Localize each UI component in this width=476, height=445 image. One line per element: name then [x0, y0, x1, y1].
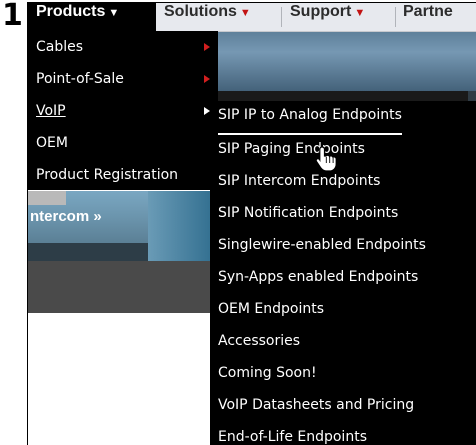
nav-solutions[interactable]: Solutions ▼ — [164, 3, 251, 31]
submenu-item-coming-soon[interactable]: Coming Soon! — [218, 357, 317, 389]
submenu-item-singlewire[interactable]: Singlewire-enabled Endpoints — [218, 229, 426, 261]
page-content-area — [28, 313, 218, 445]
main-nav-bar: Products ▼ Solutions ▼ Support ▼ Partne — [28, 3, 476, 32]
menu-item-voip[interactable]: VoIP — [36, 95, 66, 127]
nav-partners[interactable]: Partne — [403, 3, 453, 31]
gray-panel — [28, 261, 218, 313]
nav-support-label: Support — [290, 3, 352, 20]
nav-solutions-label: Solutions — [164, 3, 237, 20]
submenu-item-oem-endpoints[interactable]: OEM Endpoints — [218, 293, 324, 325]
hand-pointer-cursor-icon — [315, 146, 337, 172]
submenu-item-accessories[interactable]: Accessories — [218, 325, 300, 357]
submenu-item-syn-apps[interactable]: Syn-Apps enabled Endpoints — [218, 261, 418, 293]
intercom-banner-image — [28, 191, 218, 261]
submenu-item-end-of-life[interactable]: End-of-Life Endpoints — [218, 421, 367, 445]
submenu-item-voip-datasheets[interactable]: VoIP Datasheets and Pricing — [218, 389, 414, 421]
intercom-banner-link[interactable]: ntercom » — [30, 208, 102, 225]
step-number: 1 — [2, 0, 23, 33]
menu-item-oem[interactable]: OEM — [36, 127, 68, 159]
submenu-arrow-icon — [204, 75, 210, 83]
products-dropdown-menu: Cables Point-of-Sale VoIP OEM Product Re… — [28, 31, 218, 190]
submenu-item-sip-notification[interactable]: SIP Notification Endpoints — [218, 197, 398, 229]
submenu-arrow-icon — [204, 43, 210, 51]
caret-down-icon: ▼ — [108, 7, 120, 19]
menu-item-point-of-sale[interactable]: Point-of-Sale — [36, 63, 124, 95]
menu-item-cables[interactable]: Cables — [36, 31, 83, 63]
nav-products[interactable]: Products ▼ — [28, 3, 156, 31]
menu-item-product-registration[interactable]: Product Registration — [36, 159, 178, 191]
voip-submenu: SIP IP to Analog Endpoints SIP Paging En… — [210, 101, 476, 445]
nav-partners-label: Partne — [403, 3, 453, 20]
nav-products-label: Products — [36, 3, 106, 20]
caret-down-icon: ▼ — [239, 7, 251, 19]
submenu-item-sip-paging[interactable]: SIP Paging Endpoints — [218, 133, 365, 165]
nav-divider — [281, 7, 282, 27]
submenu-item-sip-intercom[interactable]: SIP Intercom Endpoints — [218, 165, 380, 197]
nav-divider — [395, 7, 396, 27]
submenu-item-sip-ip-to-analog[interactable]: SIP IP to Analog Endpoints — [218, 101, 402, 135]
nav-support[interactable]: Support ▼ — [290, 3, 365, 31]
screenshot-frame: ntercom » Products ▼ Solutions ▼ Support ▼ … — [27, 2, 476, 445]
caret-down-icon: ▼ — [354, 7, 366, 19]
